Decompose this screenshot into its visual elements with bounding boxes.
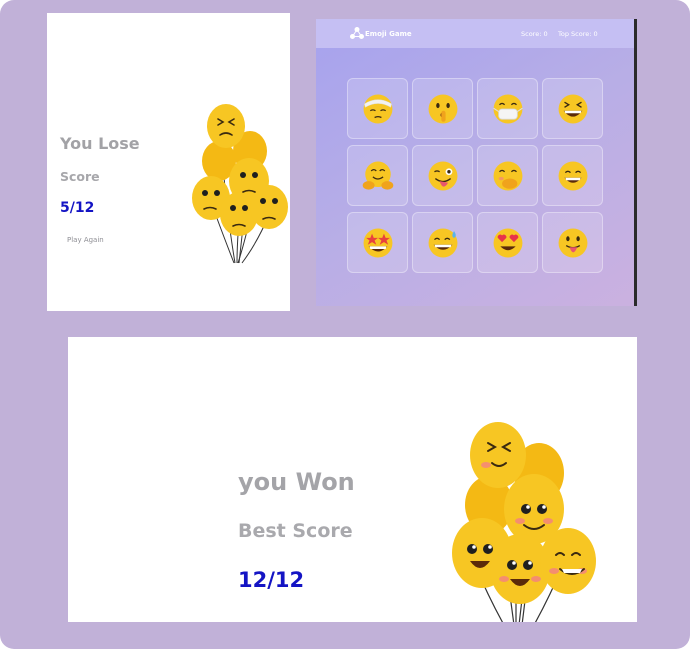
- emoji-card[interactable]: [542, 145, 603, 206]
- best-score-value: 12/12: [238, 568, 305, 592]
- emoji-card[interactable]: [542, 78, 603, 139]
- hugging-face-icon: [362, 161, 393, 190]
- shushing-face-icon: [428, 94, 457, 123]
- emoji-card[interactable]: [542, 212, 603, 273]
- score-value: 5/12: [60, 200, 95, 216]
- emoji-card[interactable]: [412, 212, 473, 273]
- app-title: Emoji Game: [365, 30, 412, 38]
- winking-face-with-tongue-icon: [428, 161, 457, 190]
- face-with-hand-over-mouth-icon: [493, 161, 522, 190]
- emoji-grid: [347, 78, 604, 274]
- emoji-card[interactable]: [412, 78, 473, 139]
- emoji-card[interactable]: [412, 145, 473, 206]
- face-with-tongue-icon: [558, 228, 587, 257]
- emoji-card[interactable]: [347, 145, 408, 206]
- won-title: you Won: [238, 468, 355, 496]
- star-struck-icon: [363, 228, 392, 257]
- happy-balloons-image: [452, 422, 596, 622]
- face-with-head-bandage-icon: [363, 94, 392, 123]
- lose-title: You Lose: [60, 134, 140, 153]
- emoji-card[interactable]: [477, 145, 538, 206]
- top-score: Top Score: 0: [558, 30, 598, 38]
- lose-screen: You Lose Score 5/12 Play Again: [47, 13, 290, 311]
- emoji-game-logo-icon: [350, 27, 364, 39]
- grinning-face-with-smiling-eyes-icon: [558, 161, 587, 190]
- play-again-button[interactable]: Play Again: [63, 234, 108, 246]
- grinning-squinting-face-icon: [558, 94, 587, 123]
- window-edge: [634, 19, 637, 306]
- current-score: Score: 0: [521, 30, 548, 38]
- emoji-card[interactable]: [347, 212, 408, 273]
- game-screen: Emoji Game Score: 0 Top Score: 0: [316, 19, 637, 306]
- won-screen: you Won Best Score 12/12: [68, 337, 637, 622]
- smiling-face-with-heart-eyes-icon: [493, 228, 522, 257]
- emoji-card[interactable]: [477, 212, 538, 273]
- emoji-card[interactable]: [347, 78, 408, 139]
- emoji-card[interactable]: [477, 78, 538, 139]
- face-with-medical-mask-icon: [492, 94, 523, 123]
- score-label: Score: [60, 169, 100, 184]
- game-header: Emoji Game Score: 0 Top Score: 0: [316, 19, 634, 48]
- collage-background: You Lose Score 5/12 Play Again Emoji Gam…: [0, 0, 690, 649]
- best-score-label: Best Score: [238, 520, 353, 542]
- sad-balloons-image: [192, 104, 288, 264]
- grinning-face-with-sweat-icon: [428, 228, 457, 257]
